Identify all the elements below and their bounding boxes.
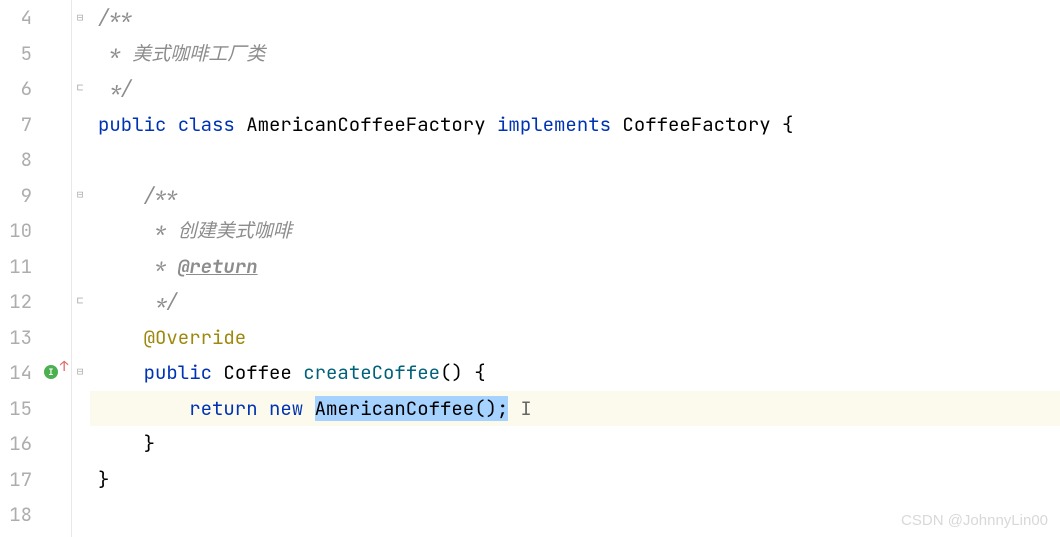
- doc-tag: @return: [178, 254, 258, 279]
- keyword: implements: [497, 112, 622, 137]
- line-number-gutter: 4 5 6 7 8 9 10 11 12 13 14 15 16 17 18: [0, 0, 42, 537]
- brace: }: [98, 467, 109, 492]
- line-number: 12: [0, 284, 32, 320]
- line-number: 13: [0, 320, 32, 356]
- code-line[interactable]: * 美式咖啡工厂类: [90, 36, 1060, 72]
- doc-comment: /**: [98, 5, 132, 30]
- doc-comment: *: [144, 254, 178, 279]
- override-gutter-icon[interactable]: I: [44, 365, 58, 379]
- line-number: 17: [0, 462, 32, 498]
- code-line[interactable]: public class AmericanCoffeeFactory imple…: [90, 107, 1060, 143]
- code-area[interactable]: /** * 美式咖啡工厂类 */ public class AmericanCo…: [90, 0, 1060, 537]
- line-number: 14: [0, 355, 32, 391]
- line-number: 11: [0, 249, 32, 285]
- line-number: 9: [0, 178, 32, 214]
- interface-name: CoffeeFactory: [622, 112, 782, 137]
- doc-comment: */: [98, 76, 132, 101]
- code-line[interactable]: }: [90, 462, 1060, 498]
- code-line[interactable]: }: [90, 426, 1060, 462]
- line-number: 5: [0, 36, 32, 72]
- code-line[interactable]: /**: [90, 0, 1060, 36]
- text-selection: AmericanCoffee();: [315, 396, 509, 421]
- code-line[interactable]: * 创建美式咖啡: [90, 213, 1060, 249]
- fold-column: ⊟ ⊏ ⊟ ⊏ ⊟: [72, 0, 90, 537]
- brace: {: [782, 112, 793, 137]
- keyword: return new: [189, 396, 314, 421]
- doc-comment: * 美式咖啡工厂类: [98, 41, 265, 66]
- code-line[interactable]: */: [90, 284, 1060, 320]
- brace: }: [144, 431, 155, 456]
- code-line[interactable]: @Override: [90, 320, 1060, 356]
- line-number: 16: [0, 426, 32, 462]
- doc-comment: * 创建美式咖啡: [144, 218, 292, 243]
- return-type: Coffee: [223, 360, 303, 385]
- keyword: public class: [98, 112, 246, 137]
- line-number: 10: [0, 213, 32, 249]
- doc-comment: /**: [144, 183, 178, 208]
- code-line[interactable]: [90, 142, 1060, 178]
- line-number: 4: [0, 0, 32, 36]
- paren-brace: () {: [440, 360, 486, 385]
- watermark-text: CSDN @JohnnyLin00: [901, 512, 1048, 529]
- method-name: createCoffee: [303, 360, 440, 385]
- code-line-active[interactable]: return new AmericanCoffee(); I: [90, 391, 1060, 427]
- up-arrow-icon: ↑: [60, 358, 68, 376]
- code-line[interactable]: /**: [90, 178, 1060, 214]
- fold-end-icon[interactable]: ⊏: [74, 82, 86, 94]
- code-line[interactable]: public Coffee createCoffee() {: [90, 355, 1060, 391]
- code-line[interactable]: */: [90, 71, 1060, 107]
- line-number: 18: [0, 497, 32, 533]
- line-number: 7: [0, 107, 32, 143]
- class-name: AmericanCoffeeFactory: [246, 112, 497, 137]
- doc-comment: */: [144, 289, 178, 314]
- fold-toggle-icon[interactable]: ⊟: [74, 366, 86, 378]
- fold-toggle-icon[interactable]: ⊟: [74, 12, 86, 24]
- keyword: public: [144, 360, 224, 385]
- line-number: 6: [0, 71, 32, 107]
- code-line[interactable]: * @return: [90, 249, 1060, 285]
- fold-end-icon[interactable]: ⊏: [74, 295, 86, 307]
- text-cursor-icon: I: [520, 391, 531, 427]
- code-editor[interactable]: 4 5 6 7 8 9 10 11 12 13 14 15 16 17 18 I…: [0, 0, 1060, 537]
- gutter-markers: I ↑: [42, 0, 72, 537]
- line-number: 15: [0, 391, 32, 427]
- annotation: @Override: [144, 325, 247, 350]
- line-number: 8: [0, 142, 32, 178]
- fold-toggle-icon[interactable]: ⊟: [74, 189, 86, 201]
